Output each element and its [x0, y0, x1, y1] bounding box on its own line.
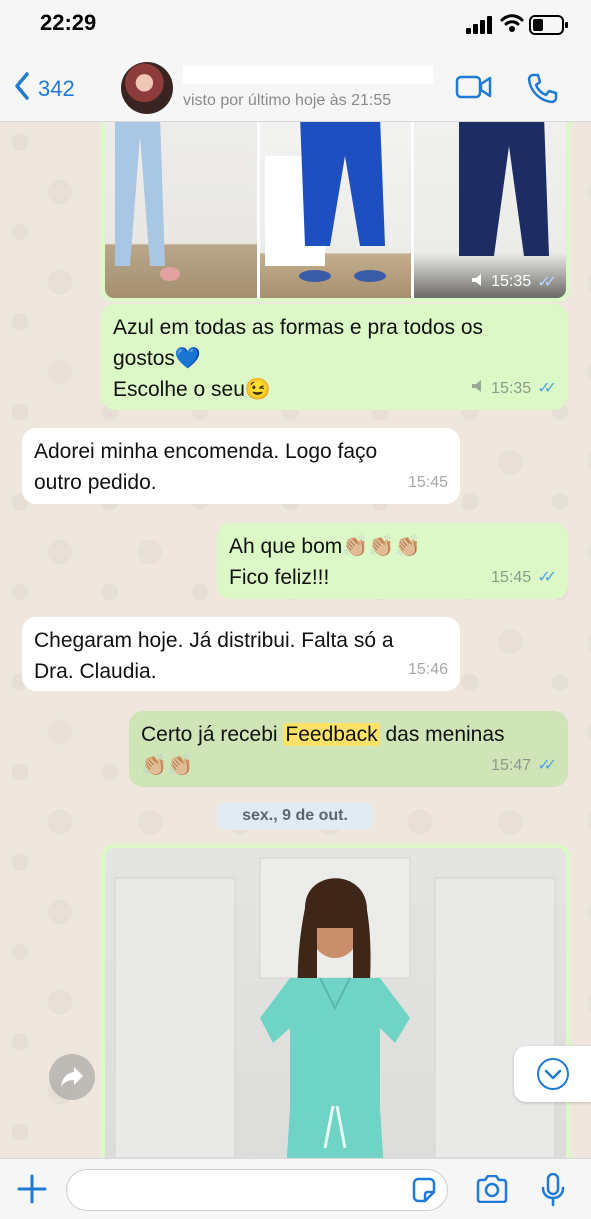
signal-icon	[466, 16, 494, 39]
incoming-message[interactable]: Chegaram hoje. Já distribui. Falta só a …	[22, 617, 460, 691]
camera-icon	[476, 1174, 508, 1204]
sticker-button[interactable]	[410, 1177, 438, 1210]
message-time: 15:45	[491, 569, 532, 586]
message-input[interactable]	[66, 1169, 448, 1211]
image-message[interactable]	[101, 844, 570, 1158]
image-message[interactable]: 15:35 ✓✓	[101, 122, 570, 302]
status-bar: 22:29	[0, 0, 591, 52]
battery-icon	[529, 14, 569, 41]
chevron-down-circle-icon	[537, 1058, 569, 1090]
video-camera-icon	[455, 75, 492, 99]
phone-icon	[527, 73, 558, 104]
outgoing-message[interactable]: Azul em todas as formas e pra todos os g…	[101, 304, 568, 410]
date-separator: sex., 9 de out.	[217, 802, 373, 830]
chevron-left-icon	[14, 72, 30, 106]
search-highlight: Feedback	[283, 723, 380, 746]
message-text: Adorei minha encomenda. Logo faço outro …	[34, 440, 378, 494]
forward-icon	[61, 1067, 83, 1087]
scroll-to-bottom-button[interactable]	[514, 1046, 591, 1102]
scrubs-photo	[105, 848, 566, 1158]
message-time: 15:45	[407, 474, 448, 491]
last-seen-status: visto por último hoje às 21:55	[183, 92, 392, 109]
incoming-message[interactable]: Adorei minha encomenda. Logo faço outro …	[22, 428, 460, 504]
chat-header: 342 visto por último hoje às 21:55	[0, 52, 591, 122]
camera-button[interactable]	[475, 1174, 509, 1208]
read-receipt-icon: ✓✓	[537, 569, 557, 586]
contact-name-redacted[interactable]	[183, 66, 433, 84]
voice-call-button[interactable]	[526, 72, 558, 109]
message-meta: 15:45	[408, 467, 448, 498]
read-receipt-icon: ✓✓	[537, 757, 557, 774]
chat-area[interactable]: 15:35 ✓✓ Azul em todas as formas e pra t…	[0, 122, 591, 1158]
pants-photo: 15:35 ✓✓	[105, 122, 566, 298]
sticker-icon	[412, 1177, 436, 1203]
speaker-icon	[471, 373, 485, 404]
read-receipt-icon: ✓✓	[537, 274, 557, 291]
unread-count: 342	[38, 76, 75, 101]
forward-button[interactable]	[49, 1054, 95, 1100]
avatar[interactable]	[121, 62, 173, 114]
message-text: Chegaram hoje. Já distribui. Falta só a …	[34, 629, 394, 683]
message-text: Ah que bom👏🏼👏🏼👏🏼 Fico feliz!!!	[229, 535, 421, 589]
message-meta: 15:46	[408, 654, 448, 685]
message-meta: 15:47 ✓✓	[491, 750, 557, 781]
outgoing-message[interactable]: Ah que bom👏🏼👏🏼👏🏼 Fico feliz!!! 15:45 ✓✓	[217, 523, 568, 599]
message-text: Certo já recebi Feedback das meninas 👏🏼👏…	[141, 723, 505, 777]
message-meta: 15:35 ✓✓	[471, 373, 557, 404]
microphone-icon	[541, 1172, 565, 1207]
message-time: 15:46	[407, 661, 448, 678]
wifi-icon	[500, 13, 524, 38]
microphone-button[interactable]	[540, 1172, 566, 1212]
message-meta: 15:45 ✓✓	[491, 562, 557, 593]
outgoing-message-selected[interactable]: Certo já recebi Feedback das meninas 👏🏼👏…	[129, 711, 568, 787]
message-meta: 15:35 ✓✓	[471, 272, 557, 292]
message-time: 15:35	[491, 380, 532, 397]
message-time: 15:47	[491, 757, 532, 774]
back-button[interactable]: 342	[14, 72, 75, 106]
message-text: Azul em todas as formas e pra todos os g…	[113, 316, 484, 401]
speaker-icon	[471, 273, 485, 292]
status-time: 22:29	[40, 10, 97, 35]
attach-button[interactable]	[16, 1173, 48, 1210]
message-time: 15:35	[491, 273, 532, 290]
read-receipt-icon: ✓✓	[537, 380, 557, 397]
video-call-button[interactable]	[455, 74, 493, 105]
plus-icon	[17, 1174, 47, 1204]
input-bar	[0, 1158, 591, 1219]
